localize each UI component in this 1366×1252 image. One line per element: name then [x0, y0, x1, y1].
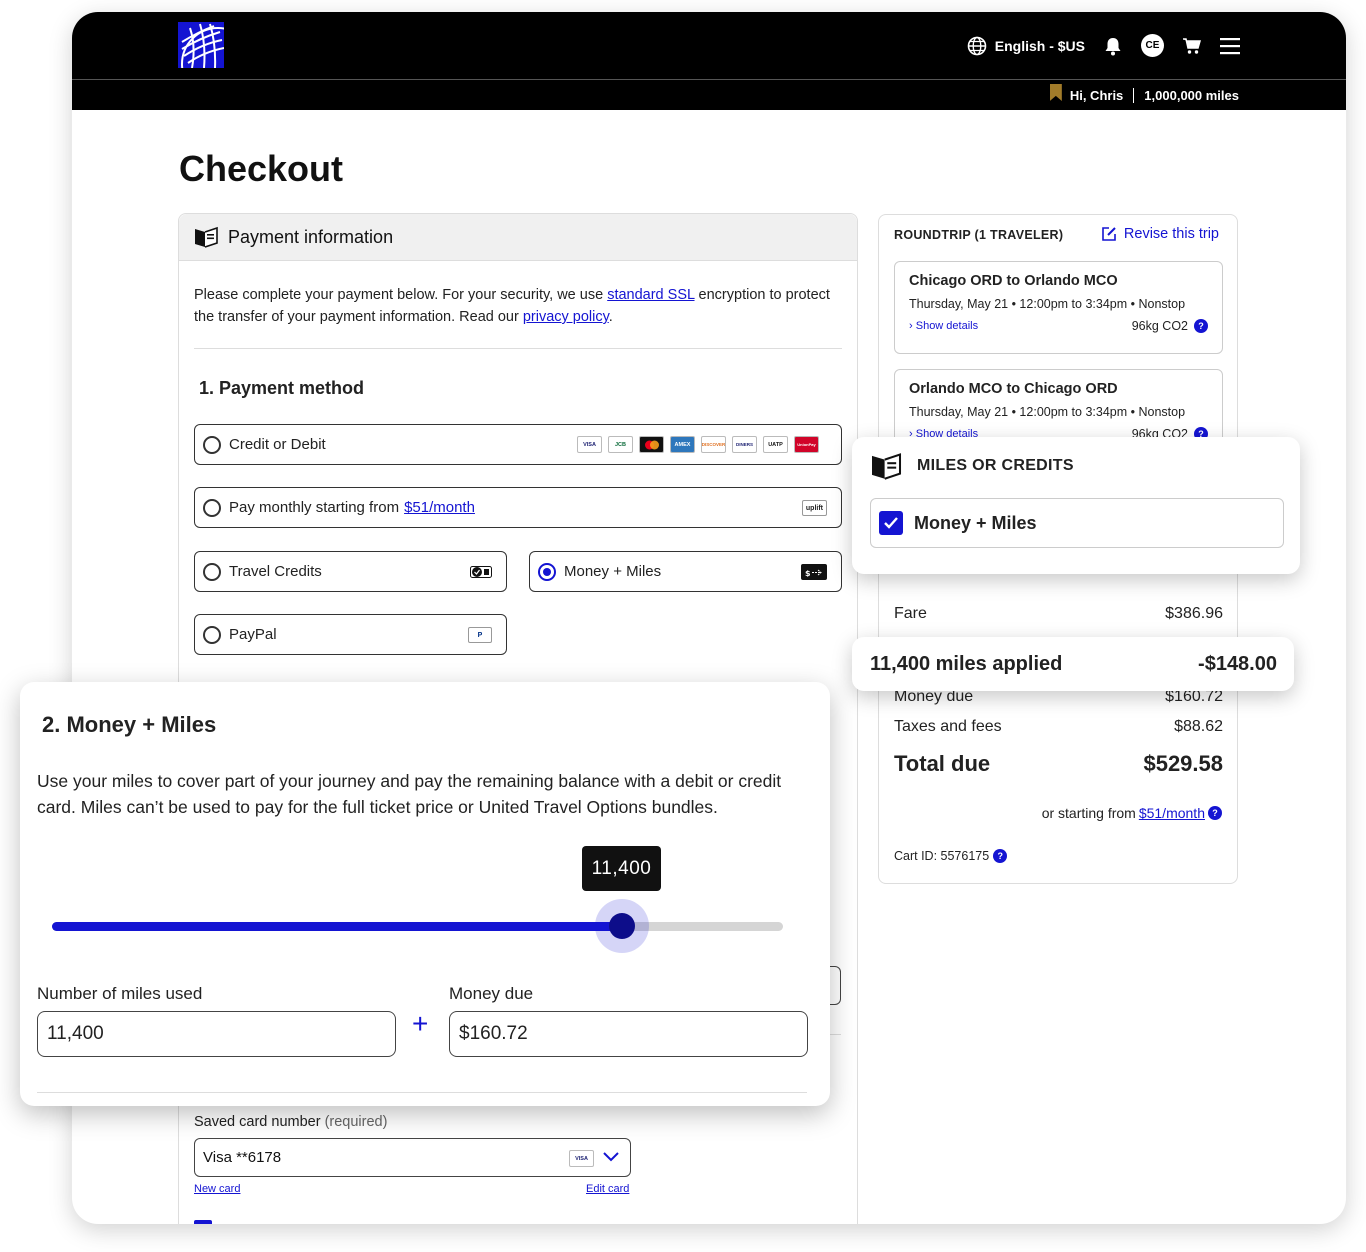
fare-row: Fare $386.96 [894, 605, 1223, 622]
money-miles-description: Use your miles to cover part of your jou… [37, 771, 782, 817]
option-paypal[interactable]: PayPal P [194, 614, 507, 655]
co2-value: 96kg CO2? [1132, 319, 1208, 333]
miles-applied-value: -$148.00 [1198, 652, 1277, 675]
miles-applied-label: 11,400 miles applied [870, 652, 1063, 675]
payment-heading: Payment information [228, 226, 394, 247]
divider [1133, 88, 1135, 103]
miles-slider[interactable] [52, 899, 783, 953]
ssl-link[interactable]: standard SSL [607, 287, 694, 303]
money-miles-option[interactable]: Money + Miles [870, 498, 1284, 548]
language-selector[interactable]: English - $US [967, 36, 1085, 56]
money-due-label: Money due [449, 984, 534, 1003]
wallet-icon [195, 226, 218, 248]
checkbox-checked[interactable] [879, 511, 903, 535]
new-card-link[interactable]: New card [194, 1183, 240, 1195]
bell-icon[interactable] [1103, 36, 1123, 56]
checkbox[interactable] [194, 1220, 212, 1224]
total-row: Total due $529.58 [894, 751, 1223, 776]
bookmark-icon [1049, 84, 1062, 101]
globe-icon [967, 36, 987, 55]
menu-icon[interactable] [1220, 37, 1242, 55]
unionpay-icon: UnionPay [794, 436, 819, 453]
money-due-input[interactable]: $160.72 [449, 1011, 808, 1057]
segment-route: Chicago ORD to Orlando MCO [909, 273, 1118, 289]
money-miles-title: 2. Money + Miles [42, 712, 217, 737]
radio-monthly[interactable] [203, 498, 221, 517]
help-icon[interactable]: ? [1208, 806, 1222, 820]
visa-icon: VISA [577, 436, 602, 453]
miles-applied-card: 11,400 miles applied -$148.00 [852, 637, 1294, 691]
slider-fill [52, 922, 622, 931]
segment-route: Orlando MCO to Chicago ORD [909, 381, 1118, 397]
plus-icon: + [412, 1008, 429, 1039]
saved-card-label: Saved card number (required) [194, 1114, 388, 1130]
amex-icon: AMEX [670, 436, 695, 453]
slider-tooltip: 11,400 [582, 846, 661, 891]
money-miles-panel: 2. Money + Miles Use your miles to cover… [20, 682, 830, 1106]
radio-paypal[interactable] [203, 625, 221, 644]
radio-credit[interactable] [203, 435, 221, 454]
top-navigation: English - $US CE [72, 12, 1346, 79]
monthly-link[interactable]: $51/month [1139, 805, 1205, 821]
uatp-icon: UATP [763, 436, 788, 453]
avatar[interactable]: CE [1141, 34, 1164, 57]
payment-method-heading: 1. Payment method [199, 378, 365, 398]
monthly-link[interactable]: $51/month [404, 499, 475, 516]
miles-balance: 1,000,000 miles [1144, 88, 1239, 103]
option-money-miles[interactable]: Money + Miles $ [529, 551, 842, 592]
mastercard-icon [639, 436, 664, 453]
chevron-down-icon [603, 1152, 619, 1162]
flight-segment: Chicago ORD to Orlando MCO Thursday, May… [894, 261, 1223, 354]
privacy-link[interactable]: privacy policy [523, 309, 609, 325]
starting-from: or starting from $51/month ? [1042, 805, 1222, 821]
edit-icon [1102, 227, 1116, 241]
payment-header: Payment information [179, 214, 857, 261]
diners-icon: DINERS [732, 436, 757, 453]
option-credit-debit[interactable]: Credit or Debit VISA JCB AMEX DISCOVER D… [194, 424, 842, 465]
help-icon[interactable]: ? [1194, 319, 1208, 333]
united-logo[interactable] [178, 22, 224, 68]
saved-card-select[interactable]: Visa **6178 VISA [194, 1138, 631, 1177]
help-icon[interactable]: ? [993, 849, 1008, 863]
trip-heading: ROUNDTRIP (1 TRAVELER) [894, 228, 1064, 242]
miles-credits-heading: MILES OR CREDITS [917, 457, 1074, 474]
slider-thumb[interactable] [595, 899, 649, 953]
divider [194, 348, 842, 349]
travel-credit-icon [470, 564, 492, 580]
cart-id: Cart ID: 5576175? [894, 849, 1008, 863]
money-miles-icon: $ [801, 564, 827, 580]
miles-credits-card: MILES OR CREDITS Money + Miles [852, 437, 1300, 574]
miles-used-label: Number of miles used [37, 984, 203, 1003]
language-label: English - $US [994, 37, 1085, 54]
option-pay-monthly[interactable]: Pay monthly starting from $51/month upli… [194, 487, 842, 528]
edit-card-link[interactable]: Edit card [586, 1183, 629, 1195]
segment-details: Thursday, May 21 • 12:00pm to 3:34pm • N… [909, 405, 1186, 419]
greeting[interactable]: Hi, Chris [1070, 88, 1123, 103]
radio-money-miles[interactable] [538, 562, 556, 581]
page-title: Checkout [179, 148, 344, 189]
miles-used-input[interactable]: 11,400 [37, 1011, 396, 1057]
svg-text:$: $ [805, 569, 811, 577]
account-bar: Hi, Chris 1,000,000 miles [72, 79, 1346, 110]
taxes-row: Taxes and fees $88.62 [894, 718, 1223, 735]
jcb-icon: JCB [608, 436, 633, 453]
radio-travel-credits[interactable] [203, 562, 221, 581]
divider [37, 1092, 807, 1093]
paypal-icon: P [468, 627, 492, 643]
payment-intro: Please complete your payment below. For … [194, 287, 830, 325]
option-travel-credits[interactable]: Travel Credits [194, 551, 507, 592]
visa-icon: VISA [569, 1150, 594, 1167]
card-brands: VISA JCB AMEX DISCOVER DINERS UATP Union… [577, 436, 819, 453]
revise-trip-link[interactable]: Revise this trip [1101, 226, 1219, 242]
check-icon [884, 517, 898, 529]
segment-details: Thursday, May 21 • 12:00pm to 3:34pm • N… [909, 297, 1186, 311]
discover-icon: DISCOVER [701, 436, 726, 453]
show-details-link[interactable]: › Show details [909, 320, 978, 332]
uplift-icon: uplift [801, 500, 827, 516]
cart-icon[interactable] [1182, 36, 1202, 56]
wallet-icon [872, 453, 902, 480]
